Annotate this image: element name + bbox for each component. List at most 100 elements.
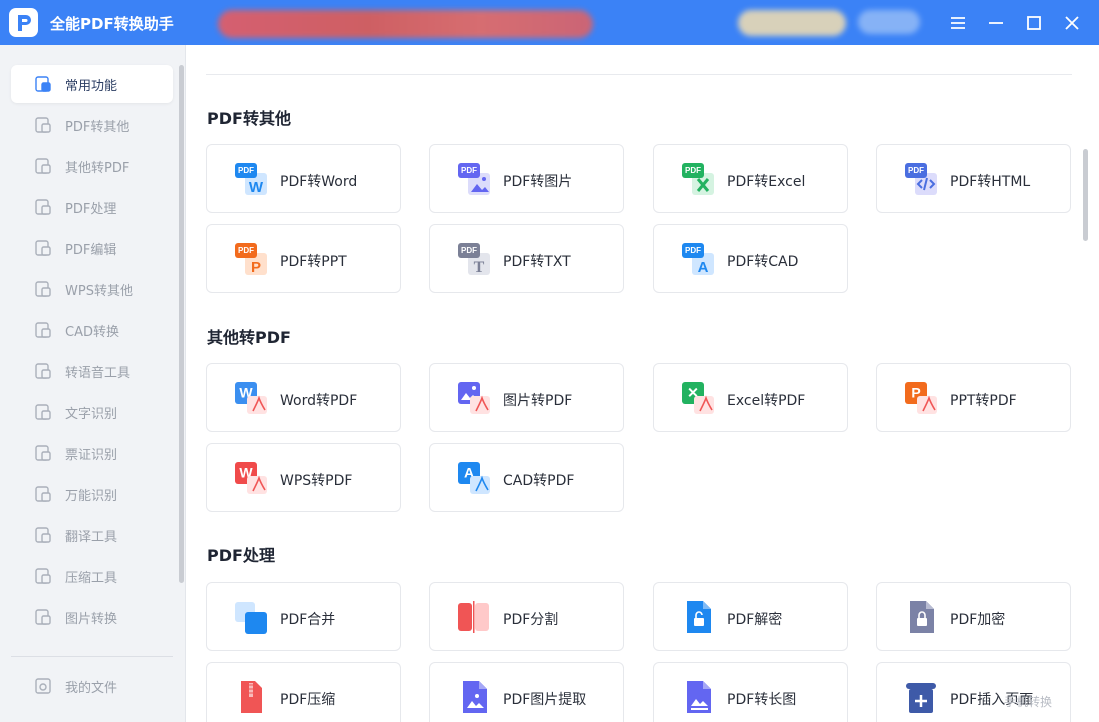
svg-text:PDF: PDF xyxy=(461,246,477,255)
sidebar-item-label: 我的文件 xyxy=(65,680,118,696)
tool-card-ppt-to-pdf[interactable]: P PPT转PDF xyxy=(876,363,1071,432)
image-convert-icon xyxy=(33,607,53,627)
sidebar-item-universal-recognition[interactable]: 万能识别 xyxy=(11,475,173,513)
tool-card-word-to-pdf[interactable]: W Word转PDF xyxy=(206,363,401,432)
pdf-to-long-image-icon xyxy=(680,679,716,715)
sidebar-item-ticket-recognition[interactable]: 票证识别 xyxy=(11,434,173,472)
minimize-icon xyxy=(989,22,1003,24)
sidebar-item-label: 压缩工具 xyxy=(65,570,118,586)
sidebar-item-image-convert[interactable]: 图片转换 xyxy=(11,598,173,636)
sidebar-item-label: 文字识别 xyxy=(65,406,118,422)
main-scrollbar[interactable] xyxy=(1083,149,1088,241)
pdf-to-ppt-icon: P PDF xyxy=(233,241,269,277)
tool-card-label: PDF转长图 xyxy=(727,692,797,708)
tool-card-label: CAD转PDF xyxy=(503,473,575,489)
header-divider xyxy=(206,74,1072,75)
svg-text:PDF: PDF xyxy=(238,166,254,175)
sidebar-divider xyxy=(11,656,173,657)
tool-card-pdf-to-image[interactable]: PDF PDF转图片 xyxy=(429,144,624,213)
tool-card-pdf-compress[interactable]: PDF压缩 xyxy=(206,662,401,722)
svg-text:W: W xyxy=(249,179,264,196)
minimize-button[interactable] xyxy=(984,11,1008,35)
sidebar-item-label: 图片转换 xyxy=(65,611,118,627)
sidebar-item-label: PDF编辑 xyxy=(65,242,117,258)
svg-text:PDF: PDF xyxy=(685,246,701,255)
pdf-to-excel-icon: PDF xyxy=(680,161,716,197)
tool-card-label: PDF转CAD xyxy=(727,254,799,270)
ticket-recognition-icon xyxy=(33,443,53,463)
svg-text:A: A xyxy=(698,259,709,276)
sidebar-item-translate[interactable]: 翻译工具 xyxy=(11,516,173,554)
sidebar-item-label: 票证识别 xyxy=(65,447,118,463)
section-title: PDF转其他 xyxy=(207,109,291,128)
compress-icon xyxy=(33,566,53,586)
svg-text:PDF: PDF xyxy=(908,166,924,175)
sidebar-item-cad-convert[interactable]: CAD转换 xyxy=(11,311,173,349)
tool-card-pdf-to-txt[interactable]: T PDF PDF转TXT xyxy=(429,224,624,293)
sidebar-item-label: 翻译工具 xyxy=(65,529,118,545)
sidebar-item-label: 常用功能 xyxy=(65,78,118,94)
sidebar-item-ocr[interactable]: 文字识别 xyxy=(11,393,173,431)
svg-text:T: T xyxy=(474,259,485,276)
pdf-insert-page-icon xyxy=(903,679,939,715)
app-logo-icon xyxy=(9,8,38,37)
tool-card-pdf-decrypt[interactable]: PDF解密 xyxy=(653,582,848,651)
tool-card-pdf-to-word[interactable]: W PDF PDF转Word xyxy=(206,144,401,213)
tool-card-pdf-insert-page[interactable]: PDF插入页面 xyxy=(876,662,1071,722)
tool-card-pdf-merge[interactable]: PDF合并 xyxy=(206,582,401,651)
pdf-compress-icon xyxy=(233,679,269,715)
pdf-decrypt-icon xyxy=(680,599,716,635)
pdf-split-icon xyxy=(456,599,492,635)
vip-button[interactable] xyxy=(738,10,846,36)
user-avatar[interactable] xyxy=(858,10,920,34)
promo-banner[interactable] xyxy=(218,10,593,38)
close-icon xyxy=(1065,16,1079,30)
tool-card-pdf-to-cad[interactable]: A PDF PDF转CAD xyxy=(653,224,848,293)
pdf-to-word-icon: W PDF xyxy=(233,161,269,197)
common-functions-icon xyxy=(33,74,53,94)
tool-card-label: PDF转TXT xyxy=(503,254,571,270)
pdf-to-image-icon: PDF xyxy=(456,161,492,197)
tool-card-pdf-image-extract[interactable]: PDF图片提取 xyxy=(429,662,624,722)
sidebar-item-my-files[interactable]: 我的文件 xyxy=(11,667,173,705)
sidebar-item-other-to-pdf[interactable]: 其他转PDF xyxy=(11,147,173,185)
sidebar-item-compress[interactable]: 压缩工具 xyxy=(11,557,173,595)
sidebar-item-common-functions[interactable]: 常用功能 xyxy=(11,65,173,103)
tool-card-label: PDF转HTML xyxy=(950,174,1031,190)
pdf-merge-icon xyxy=(233,599,269,635)
sidebar-item-label: 其他转PDF xyxy=(65,160,130,176)
tool-card-wps-to-pdf[interactable]: W WPS转PDF xyxy=(206,443,401,512)
menu-button[interactable] xyxy=(946,11,970,35)
tool-card-cad-to-pdf[interactable]: A CAD转PDF xyxy=(429,443,624,512)
svg-text:PDF: PDF xyxy=(685,166,701,175)
maximize-button[interactable] xyxy=(1022,11,1046,35)
sidebar-item-wps-to-other[interactable]: WPS转其他 xyxy=(11,270,173,308)
tool-card-pdf-encrypt[interactable]: PDF加密 xyxy=(876,582,1071,651)
sidebar-item-pdf-to-other[interactable]: PDF转其他 xyxy=(11,106,173,144)
tool-card-pdf-to-html[interactable]: PDF PDF转HTML xyxy=(876,144,1071,213)
sidebar-item-label: PDF转其他 xyxy=(65,119,130,135)
sidebar-item-pdf-process[interactable]: PDF处理 xyxy=(11,188,173,226)
watermark-text: 手机转换 xyxy=(1003,695,1052,709)
ocr-icon xyxy=(33,402,53,422)
sidebar-item-pdf-edit[interactable]: PDF编辑 xyxy=(11,229,173,267)
tool-card-label: PDF转Excel xyxy=(727,174,806,190)
svg-text:PDF: PDF xyxy=(238,246,254,255)
sidebar-item-text-to-speech[interactable]: 转语音工具 xyxy=(11,352,173,390)
tool-card-label: PDF压缩 xyxy=(280,692,336,708)
ppt-to-pdf-icon: P xyxy=(903,380,939,416)
tool-card-excel-to-pdf[interactable]: ✕ Excel转PDF xyxy=(653,363,848,432)
sidebar-item-label: CAD转换 xyxy=(65,324,119,340)
pdf-to-html-icon: PDF xyxy=(903,161,939,197)
pdf-process-icon xyxy=(33,197,53,217)
translate-icon xyxy=(33,525,53,545)
tool-card-pdf-to-long-image[interactable]: PDF转长图 xyxy=(653,662,848,722)
tool-card-pdf-to-excel[interactable]: PDF PDF转Excel xyxy=(653,144,848,213)
section-title: PDF处理 xyxy=(207,546,275,565)
sidebar-scrollbar[interactable] xyxy=(179,65,184,583)
tool-card-pdf-split[interactable]: PDF分割 xyxy=(429,582,624,651)
text-to-speech-icon xyxy=(33,361,53,381)
close-button[interactable] xyxy=(1060,11,1084,35)
tool-card-pdf-to-ppt[interactable]: P PDF PDF转PPT xyxy=(206,224,401,293)
tool-card-image-to-pdf[interactable]: 图片转PDF xyxy=(429,363,624,432)
